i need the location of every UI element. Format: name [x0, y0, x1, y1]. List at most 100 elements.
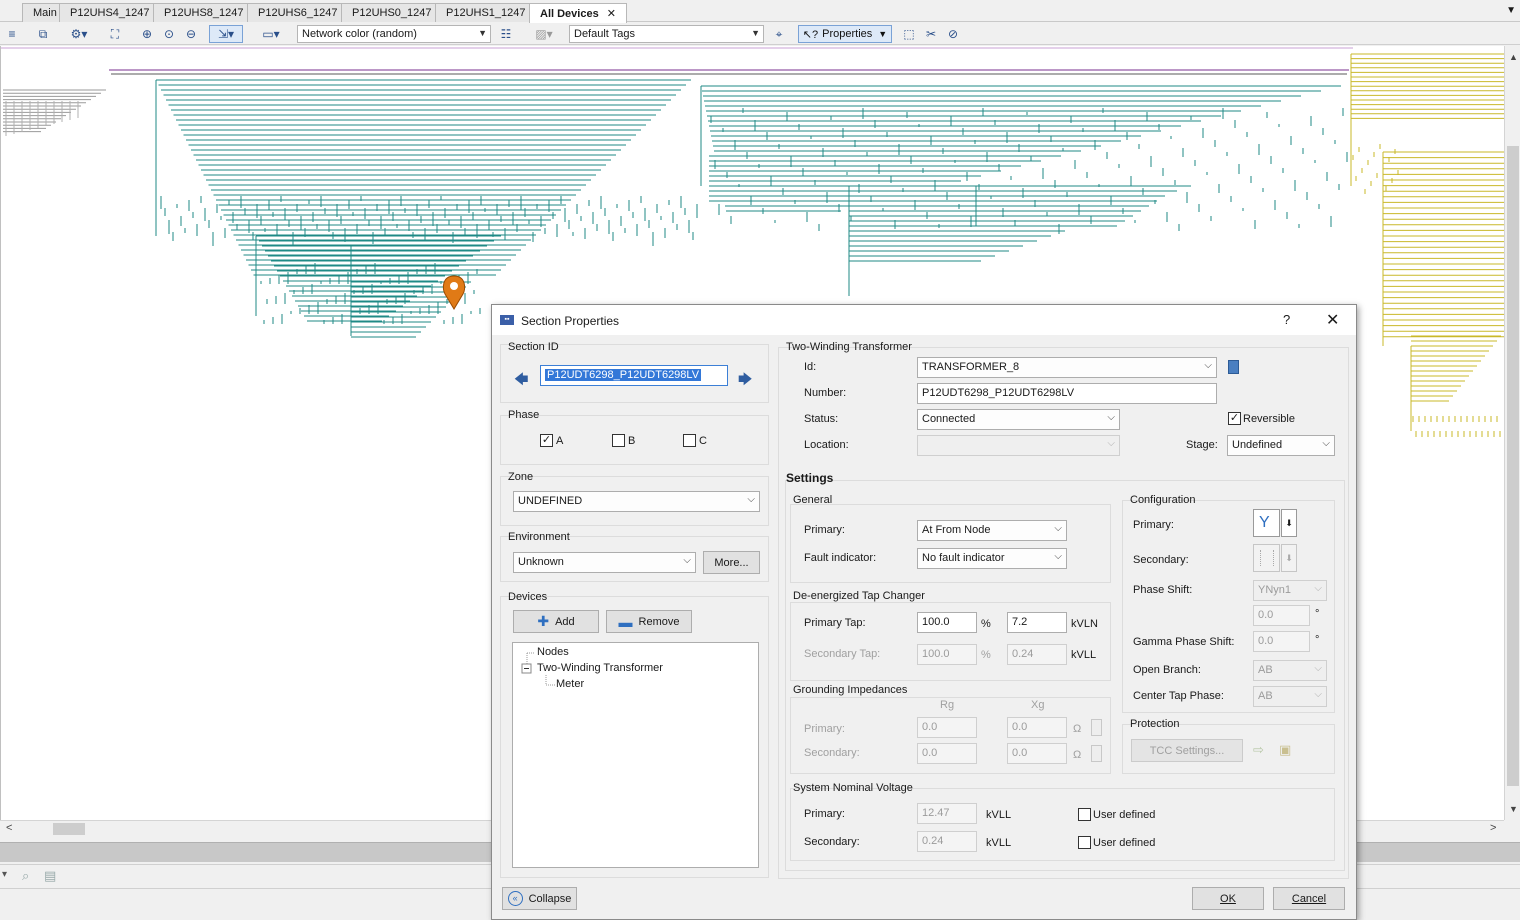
configuration-label: Configuration [1130, 494, 1196, 506]
status-dropdown[interactable]: Connected ⌵ [917, 409, 1120, 430]
general-group [790, 504, 1111, 583]
secondary-winding-button[interactable] [1253, 544, 1280, 572]
app-logo-icon: ▪▪ [500, 315, 514, 325]
properties-button[interactable]: ↖? Properties ▼ [798, 25, 892, 43]
tab-p12uhs8[interactable]: P12UHS8_1247 [153, 3, 255, 22]
tree-item-transformer[interactable]: Two-Winding Transformer [537, 662, 663, 674]
scroll-down-icon[interactable]: ▼ [1509, 804, 1518, 814]
layers-icon[interactable]: ⧉ [32, 25, 54, 43]
transformer-id-dropdown[interactable]: TRANSFORMER_8 ⌵ [917, 357, 1217, 378]
number-field[interactable]: P12UDT6298_P12UDT6298LV [917, 383, 1217, 404]
primary-winding-dropdown-icon[interactable]: ⬇ [1281, 509, 1297, 537]
environment-dropdown[interactable]: Unknown ⌵ [513, 552, 696, 573]
fault-indicator-dropdown[interactable]: No fault indicator ⌵ [917, 548, 1067, 569]
next-section-arrow-icon[interactable]: 🡆 [738, 369, 752, 393]
zone-dropdown[interactable]: UNDEFINED ⌵ [513, 491, 760, 512]
zoom-window-icon[interactable]: ⊙ [160, 25, 178, 43]
menu-icon[interactable]: ≡ [4, 25, 20, 43]
scroll-up-icon[interactable]: ▲ [1509, 52, 1518, 62]
secondary-winding-dropdown-icon[interactable]: ⬇ [1281, 544, 1297, 572]
zoom-in-icon[interactable]: ⊕ [138, 25, 156, 43]
general-primary-dropdown[interactable]: At From Node ⌵ [917, 520, 1067, 541]
close-dialog-button[interactable]: ✕ [1326, 310, 1339, 330]
stage-dropdown[interactable]: Undefined ⌵ [1227, 435, 1335, 456]
phase-c-checkbox[interactable] [683, 434, 696, 447]
location-dropdown[interactable]: ⌵ [917, 435, 1120, 456]
legend-icon[interactable]: ☷ [498, 25, 514, 43]
open-branch-dropdown[interactable]: AB ⌵ [1253, 660, 1327, 681]
search-icon[interactable]: ⌕ [22, 868, 29, 884]
scroll-left-icon[interactable]: < [6, 822, 12, 834]
primary-user-defined-checkbox[interactable] [1078, 808, 1091, 821]
filter-icon[interactable]: ▤ [44, 868, 56, 884]
secondary-user-defined-checkbox[interactable] [1078, 836, 1091, 849]
primary-rg-field[interactable]: 0.0 [917, 717, 977, 738]
zoom-extent-icon[interactable]: ⛶ [106, 25, 124, 43]
dropdown-arrow-icon[interactable]: ▾ [2, 869, 7, 880]
remove-device-button[interactable]: ▬ Remove [606, 610, 692, 633]
select-tool-icon[interactable]: ⇲▾ [209, 25, 243, 43]
phase-b-checkbox[interactable] [612, 434, 625, 447]
grounding-calculator-icon[interactable] [1091, 719, 1102, 736]
add-device-button[interactable]: ✚ Add [513, 610, 599, 633]
grounding-calculator-icon[interactable] [1091, 745, 1102, 762]
primary-winding-button[interactable]: Y [1253, 509, 1280, 537]
secondary-tap-label: Secondary Tap: [804, 648, 881, 660]
phase-a-checkbox[interactable]: ✓ [540, 434, 553, 447]
select-area-icon[interactable]: ⬚ [900, 25, 918, 43]
tab-all-devices[interactable]: All Devices ✕ [529, 3, 627, 23]
reversible-checkbox[interactable]: ✓ [1228, 412, 1241, 425]
export-icon[interactable]: ⇨ [1253, 742, 1264, 758]
phase-shift-dropdown[interactable]: YNyn1 ⌵ [1253, 580, 1327, 601]
section-id-field[interactable]: P12UDT6298_P12UDT6298LV [540, 365, 728, 386]
nominal-primary-field[interactable]: 12.47 [917, 803, 977, 824]
folder-icon[interactable]: ▣ [1279, 742, 1291, 758]
tab-p12uhs6[interactable]: P12UHS6_1247 [247, 3, 349, 22]
tag-settings-icon[interactable]: ⌖ [770, 25, 788, 43]
theme-icon[interactable]: ▨▾ [527, 25, 561, 43]
tab-p12uhs4[interactable]: P12UHS4_1247 [59, 3, 161, 22]
tab-list-dropdown-icon[interactable]: ▼ [1506, 5, 1516, 16]
trace-icon[interactable]: ✂ [922, 25, 940, 43]
secondary-tap-kv-field[interactable]: 0.24 [1007, 644, 1067, 665]
secondary-xg-field[interactable]: 0.0 [1007, 743, 1067, 764]
close-tab-icon[interactable]: ✕ [607, 8, 616, 20]
display-options-icon[interactable]: ▭▾ [256, 25, 286, 43]
devices-tree[interactable]: Nodes Two-Winding Transformer Meter [512, 642, 759, 868]
gamma-phase-shift-field[interactable]: 0.0 [1253, 631, 1310, 652]
vertical-scroll-thumb[interactable] [1507, 146, 1519, 786]
id-label: Id: [804, 361, 817, 373]
tab-p12uhs0[interactable]: P12UHS0_1247 [341, 3, 443, 22]
environment-more-button[interactable]: More... [703, 551, 760, 574]
devices-label: Devices [508, 591, 548, 603]
collapse-button[interactable]: « Collapse [502, 887, 577, 910]
phase-label: Phase [508, 409, 540, 421]
zoom-out-icon[interactable]: ⊖ [182, 25, 200, 43]
vertical-scrollbar[interactable]: ▲ ▼ [1504, 46, 1520, 820]
help-button[interactable]: ? [1283, 312, 1290, 327]
network-color-dropdown[interactable]: Network color (random) ▼ [297, 25, 491, 43]
tcc-settings-button[interactable]: TCC Settings... [1131, 739, 1243, 762]
tags-dropdown[interactable]: Default Tags ▼ [569, 25, 764, 43]
center-tap-phase-dropdown[interactable]: AB ⌵ [1253, 686, 1327, 707]
primary-tap-percent-field[interactable]: 100.0 [917, 612, 977, 633]
network-tools-icon[interactable]: ⚙▾ [64, 25, 94, 43]
clear-selection-icon[interactable]: ⊘ [944, 25, 962, 43]
equipment-database-icon[interactable] [1228, 360, 1239, 374]
tree-item-meter[interactable]: Meter [556, 678, 584, 690]
secondary-tap-percent-field[interactable]: 100.0 [917, 644, 977, 665]
scroll-right-icon[interactable]: > [1490, 822, 1496, 834]
tab-p12uhs1[interactable]: P12UHS1_1247 [435, 3, 537, 22]
horizontal-scroll-thumb[interactable] [53, 823, 85, 835]
secondary-rg-field[interactable]: 0.0 [917, 743, 977, 764]
phase-shift-degree-field[interactable]: 0.0 [1253, 605, 1310, 626]
location-marker-icon[interactable] [442, 275, 466, 310]
nominal-secondary-field[interactable]: 0.24 [917, 831, 977, 852]
previous-section-arrow-icon[interactable]: 🡄 [514, 369, 528, 393]
ok-button[interactable]: OK [1192, 887, 1264, 910]
zone-label: Zone [508, 471, 534, 483]
primary-xg-field[interactable]: 0.0 [1007, 717, 1067, 738]
cancel-button[interactable]: Cancel [1273, 887, 1345, 910]
tree-item-nodes[interactable]: Nodes [537, 646, 569, 658]
primary-tap-kv-field[interactable]: 7.2 [1007, 612, 1067, 633]
